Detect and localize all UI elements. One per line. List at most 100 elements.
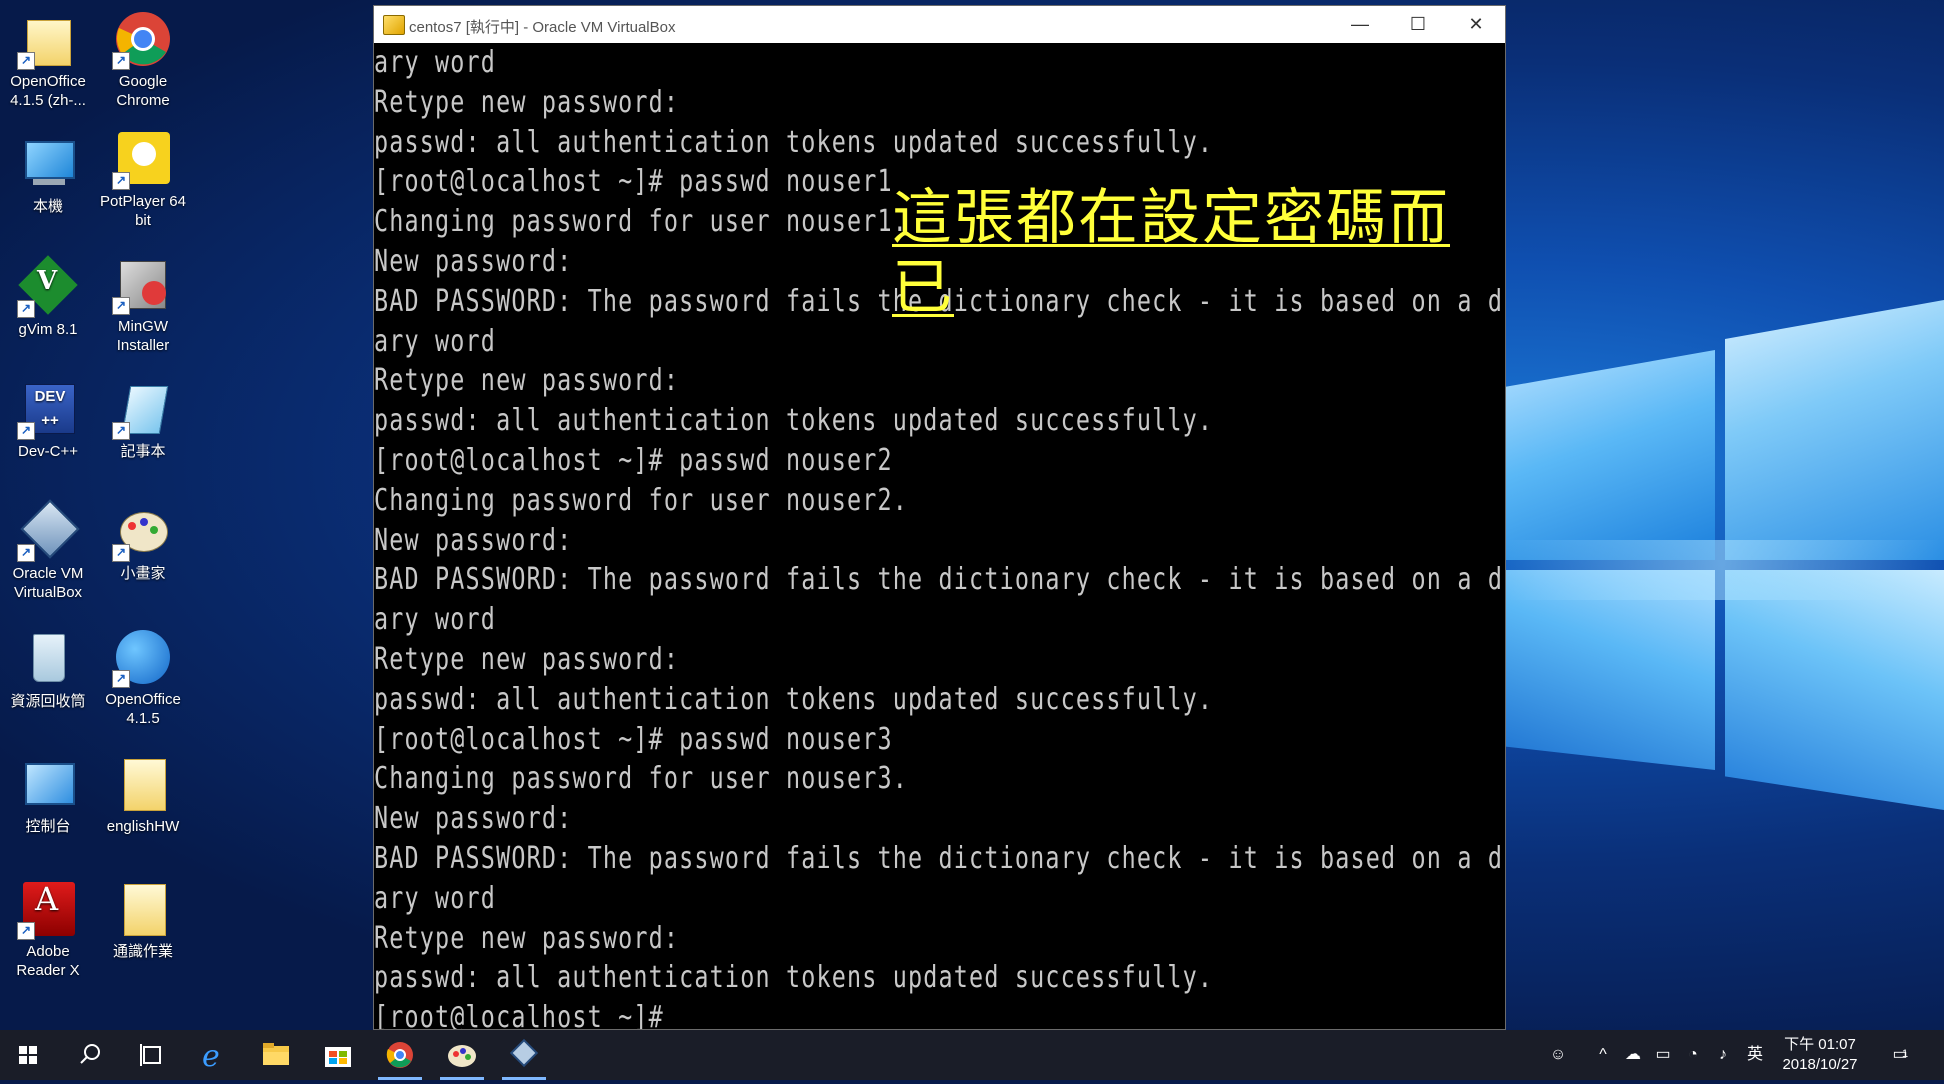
shortcut-arrow-icon: ↗ — [17, 922, 35, 940]
windows-start-icon — [19, 1046, 37, 1064]
computer-icon — [19, 135, 77, 193]
desktop-icon-general-homework[interactable]: 通識作業 — [95, 880, 191, 961]
chrome-icon: ↗ — [112, 10, 172, 70]
shortcut-arrow-icon: ↗ — [112, 422, 130, 440]
desktop-icon-label: 控制台 — [25, 818, 71, 835]
desktop-icon-adobe-reader[interactable]: A ↗ Adobe Reader X — [0, 880, 96, 980]
folder-icon — [114, 880, 172, 938]
close-button[interactable]: ✕ — [1447, 6, 1505, 43]
terminal-line: Retype new password: — [374, 920, 680, 956]
openoffice-icon: ↗ — [112, 628, 172, 688]
battery-button[interactable]: ▭ — [1648, 1030, 1678, 1080]
desktop-icon-englishhw[interactable]: englishHW — [95, 755, 191, 836]
volume-button[interactable]: ♪ — [1708, 1030, 1738, 1080]
wallpaper-pane — [1725, 570, 1944, 810]
desktop-icon-label: PotPlayer 64 bit — [100, 193, 186, 229]
desktop-icon-paint[interactable]: ↗ 小畫家 — [95, 502, 191, 583]
virtualbox-icon — [509, 1038, 539, 1068]
terminal-screen[interactable]: ary word Retype new password: passwd: all … — [374, 43, 1505, 1029]
clock[interactable]: 下午 01:07 2018/10/27 — [1772, 1035, 1868, 1075]
terminal-line: ary word — [374, 323, 497, 359]
wifi-icon: ◔ — [1688, 1046, 1698, 1063]
terminal-line: ary word — [374, 880, 497, 916]
desktop-icon-label: englishHW — [106, 818, 180, 835]
store-icon — [325, 1047, 351, 1067]
desktop-icon-label: OpenOffice 4.1.5 — [105, 691, 181, 727]
shortcut-arrow-icon: ↗ — [112, 670, 130, 688]
desktop-icon-mingw[interactable]: ↗ MinGW Installer — [95, 255, 191, 355]
terminal-line: Changing password for user nouser1. — [374, 204, 909, 240]
desktop-icon-this-pc[interactable]: 本機 — [0, 135, 96, 216]
taskbar: e ☺ ^ ☁ ▭ ◔ ♪ 英 下午 01:07 2018/10/27 ▭ 1 — [0, 1030, 1944, 1080]
people-icon: ☺ — [1549, 1046, 1567, 1063]
desktop-icon-label: 資源回收筒 — [10, 693, 86, 710]
desktop-icon-label: gVim 8.1 — [18, 321, 78, 338]
clock-time: 下午 01:07 — [1784, 1036, 1856, 1053]
desktop-icon-label: 通識作業 — [112, 943, 173, 960]
desktop-icon-devcpp[interactable]: DEV ++ ↗ Dev-C++ — [0, 380, 96, 461]
people-button[interactable]: ☺ — [1540, 1030, 1576, 1080]
terminal-line: [root@localhost ~]# passwd nouser1 — [374, 164, 893, 200]
window-titlebar[interactable]: centos7 [執行中] - Oracle VM VirtualBox — ☐… — [374, 6, 1505, 43]
notification-count: 1 — [1902, 1048, 1909, 1060]
taskbar-chrome[interactable] — [372, 1030, 428, 1080]
terminal-line: New password: — [374, 244, 573, 279]
minimize-button[interactable]: — — [1331, 6, 1389, 43]
shortcut-arrow-icon: ↗ — [17, 300, 35, 318]
potplayer-icon: ↗ — [112, 130, 172, 190]
terminal-line: New password: — [374, 522, 573, 558]
terminal-line: Retype new password: — [374, 84, 680, 120]
terminal-line: [root@localhost ~]# — [374, 1000, 664, 1029]
taskbar-edge[interactable]: e — [186, 1030, 242, 1080]
terminal-line: passwd: all authentication tokens update… — [374, 681, 1214, 717]
desktop-icon-recycle-bin[interactable]: 資源回收筒 — [0, 630, 96, 711]
terminal-line: ary word — [374, 45, 497, 80]
svg-text:e: e — [202, 1039, 220, 1074]
ime-indicator[interactable]: 英 — [1740, 1030, 1770, 1080]
desktop-icon-openoffice[interactable]: ↗ OpenOffice 4.1.5 — [95, 628, 191, 728]
virtualbox-window[interactable]: centos7 [執行中] - Oracle VM VirtualBox — ☐… — [373, 5, 1506, 1030]
desktop-icon-gvim[interactable]: V ↗ gVim 8.1 — [0, 255, 96, 339]
search-icon — [80, 1044, 100, 1064]
desktop-icon-label: Oracle VM VirtualBox — [12, 565, 84, 601]
shortcut-arrow-icon: ↗ — [17, 52, 35, 70]
cloud-icon: ☁ — [1625, 1046, 1641, 1063]
taskbar-virtualbox[interactable] — [496, 1030, 552, 1080]
show-hidden-icons-button[interactable]: ^ — [1590, 1030, 1616, 1080]
taskbar-store[interactable] — [310, 1030, 366, 1080]
desktop-icon-openoffice-folder[interactable]: ↗ OpenOffice 4.1.5 (zh-... — [0, 10, 96, 110]
terminal-line: passwd: all authentication tokens update… — [374, 403, 1214, 439]
start-button[interactable] — [0, 1030, 56, 1080]
file-explorer-icon — [263, 1043, 289, 1065]
recycle-bin-icon — [19, 630, 77, 688]
wallpaper-pane — [1500, 350, 1715, 560]
desktop-icon-google-chrome[interactable]: ↗ Google Chrome — [95, 10, 191, 110]
desktop-icon-potplayer[interactable]: ↗ PotPlayer 64 bit — [95, 130, 191, 230]
virtualbox-icon: ↗ — [17, 499, 80, 562]
desktop-icon-control-panel[interactable]: 控制台 — [0, 755, 96, 836]
action-center-button[interactable]: ▭ 1 — [1880, 1030, 1920, 1080]
mingw-icon: ↗ — [112, 255, 172, 315]
battery-icon: ▭ — [1655, 1046, 1671, 1063]
folder-icon — [114, 755, 172, 813]
taskbar-paint[interactable] — [434, 1030, 490, 1080]
terminal-line: [root@localhost ~]# passwd nouser3 — [374, 721, 893, 757]
search-button[interactable] — [62, 1030, 118, 1080]
desktop-icon-label: Dev-C++ — [17, 443, 79, 460]
onedrive-button[interactable]: ☁ — [1618, 1030, 1648, 1080]
task-view-button[interactable] — [124, 1030, 180, 1080]
desktop-icon-label: MinGW Installer — [116, 318, 170, 354]
terminal-line: [root@localhost ~]# passwd nouser2 — [374, 443, 893, 478]
shortcut-arrow-icon: ↗ — [17, 422, 35, 440]
terminal-line: New password: — [374, 801, 573, 837]
desktop-icon-virtualbox[interactable]: ↗ Oracle VM VirtualBox — [0, 499, 96, 602]
maximize-button[interactable]: ☐ — [1389, 6, 1447, 43]
taskbar-file-explorer[interactable] — [248, 1030, 304, 1080]
virtualbox-app-icon — [383, 15, 405, 35]
network-button[interactable]: ◔ — [1678, 1030, 1708, 1080]
task-view-icon — [140, 1044, 161, 1066]
desktop-icon-notepad[interactable]: ↗ 記事本 — [95, 380, 191, 461]
wallpaper-light-beam — [1500, 540, 1944, 600]
folder-icon: ↗ — [17, 10, 77, 70]
desktop-icon-label: OpenOffice 4.1.5 (zh-... — [10, 73, 86, 109]
